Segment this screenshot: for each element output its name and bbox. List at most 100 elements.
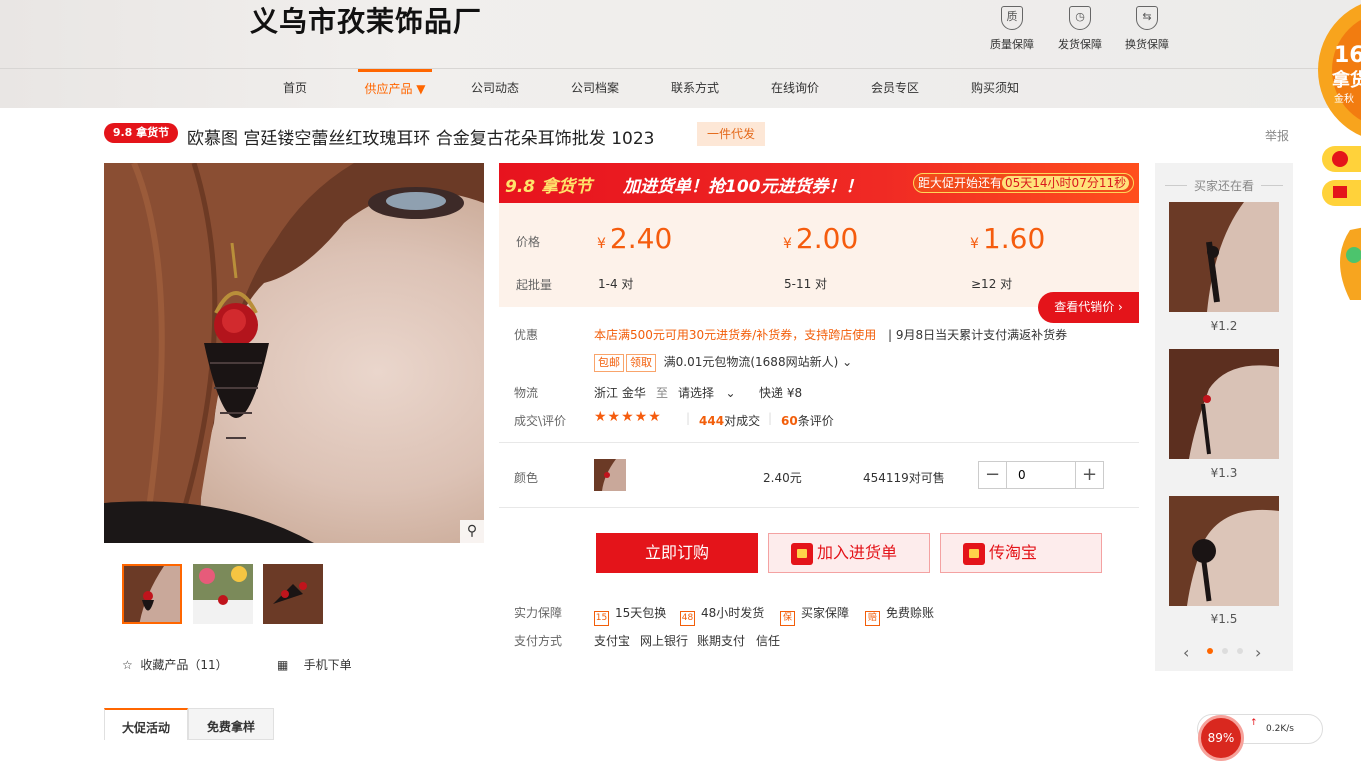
separator: | [686,411,691,425]
upload-arrow-icon: ↑ [1250,718,1258,728]
also-viewed-sidebar: 买家还在看 ¥1.2 ¥1.3 ¥1.5 [1155,163,1293,671]
currency-symbol: ¥ [783,236,792,252]
shipping-offer-text: 满0.01元包物流(1688网站新人) [663,355,839,369]
delivery-guarantee[interactable]: ◷ 发货保障 [1050,6,1110,52]
festival-badge: 9.8 拿货节 [104,123,178,143]
service-free-compensation[interactable]: 赔免费赊账 [865,604,934,626]
chevron-left-icon[interactable]: ‹ [1183,643,1189,662]
deals-count[interactable]: 444对成交 [699,412,760,429]
festival-side-widget[interactable]: 16 拿货 金秋 [1310,0,1361,310]
chevron-right-icon[interactable]: › [1255,643,1261,662]
nav-inquiry[interactable]: 在线询价 [765,69,825,109]
countdown-timer: 05天14小时07分11秒 [1002,176,1130,190]
nav-profile[interactable]: 公司档案 [565,69,625,109]
delivery-guarantee-label: 发货保障 [1058,38,1102,51]
banner-slogan: 加进货单！抢100元进货券！！ [623,177,863,197]
service-15-days[interactable]: 15 15天包换 [594,604,666,626]
nav-contact[interactable]: 联系方式 [665,69,725,109]
recommended-product-photo [1169,202,1279,312]
quality-guarantee[interactable]: 质 质量保障 [982,6,1042,52]
nav-home[interactable]: 首页 [270,69,320,109]
carousel-dot[interactable] [1237,648,1243,654]
order-now-button[interactable]: 立即订购 [596,533,758,573]
reviews-label: 成交\评价 [514,414,567,428]
star-outline-icon: ☆ [122,658,133,672]
dropship-tag[interactable]: 一件代发 [697,122,765,146]
chevron-down-icon[interactable]: ⌄ [842,355,852,369]
coupon-text[interactable]: 本店满500元可用30元进货券/补货券，支持跨店使用 [594,326,876,343]
taobao-icon [963,543,985,565]
nav-news[interactable]: 公司动态 [465,69,525,109]
service-label: 免费赊账 [886,606,935,620]
nav-members[interactable]: 会员专区 [865,69,925,109]
coupon-note-text: 9月8日当天累计支付满返补货券 [895,328,1068,342]
sidebar-item-price: ¥1.2 [1210,319,1238,333]
mobile-order-label: 手机下单 [303,658,352,672]
payment-alipay: 支付宝 [594,634,631,648]
product-photo [104,163,484,543]
svg-text:拿货: 拿货 [1331,69,1361,91]
quantity-stepper[interactable]: − + [978,461,1104,489]
tab-free-sample[interactable]: 免费拿样 [188,708,274,740]
destination-select[interactable]: 请选择 ⌄ [678,384,736,401]
reviews-number: 60 [781,414,798,428]
divider [499,507,1139,508]
quality-shield-icon: 质 [1001,6,1023,30]
nav-purchase-notes[interactable]: 购买须知 [965,69,1025,109]
quantity-input[interactable] [1008,462,1076,488]
express-fee: 快递 ¥8 [759,386,803,400]
reviews-count[interactable]: 60条评价 [781,412,834,429]
48-hours-icon: 48 [680,611,695,626]
price-tier-1: ¥2.40 [597,222,672,255]
send-to-taobao-button[interactable]: 传淘宝 [940,533,1102,573]
banner-festival: 9.8 拿货节 [505,177,593,197]
service-48-hours[interactable]: 48 48小时发货 [680,604,764,626]
zoom-icon[interactable]: ⚲ [460,520,484,543]
sidebar-title: 买家还在看 [1155,177,1293,194]
currency-symbol: ¥ [597,236,606,252]
coupon-note: | 9月8日当天累计支付满返补货券 [888,328,1068,342]
sidebar-item-image[interactable] [1169,496,1279,606]
price-value: 2.40 [609,222,673,255]
service-label: 买家保障 [801,606,850,620]
thumbnail-1[interactable] [122,564,182,624]
sidebar-item-image[interactable] [1169,349,1279,459]
add-to-cart-button[interactable]: 加入进货单 [768,533,930,573]
qty-range-1: 1-4 对 [598,277,634,291]
logistics-to: 至 [656,386,669,400]
view-agent-price-button[interactable]: 查看代销价 › [1038,292,1139,323]
price-label: 价格 [516,235,541,249]
thumbnail-2[interactable] [193,564,253,624]
mobile-order[interactable]: ▦ 手机下单 [277,656,352,673]
claim-tag[interactable]: 领取 [626,354,656,372]
thumbnail-3[interactable] [263,564,323,624]
exchange-guarantee-label: 换货保障 [1125,38,1169,51]
report-link[interactable]: 举报 [1265,127,1289,144]
payment-trust: 信任 [756,634,781,648]
company-name[interactable]: 义乌市孜茉饰品厂 [250,0,482,40]
price-tier-3: ¥1.60 [970,222,1045,255]
sidebar-item-image[interactable] [1169,202,1279,312]
qty-range-3: ≥12 对 [971,277,1013,291]
carousel-dot[interactable] [1222,648,1228,654]
speed-percent: 89% [1198,715,1244,761]
deals-number: 444 [699,414,725,428]
services-label: 实力保障 [514,606,563,620]
divider [499,442,1139,443]
service-buyer-protection[interactable]: 保买家保障 [780,604,849,626]
logistics-label: 物流 [514,386,539,400]
color-option-thumb[interactable] [594,459,626,491]
nav-products[interactable]: 供应产品 ▼ [358,69,432,109]
increase-button[interactable]: + [1075,462,1103,488]
service-label: 48小时发货 [701,606,765,620]
main-product-image[interactable] [104,163,484,543]
tab-promotion[interactable]: 大促活动 [104,708,188,740]
exchange-guarantee[interactable]: ⇆ 换货保障 [1117,6,1177,52]
payment-online-bank: 网上银行 [640,634,689,648]
favorite-product[interactable]: ☆ 收藏产品（11） [122,656,228,673]
decrease-button[interactable]: − [979,462,1007,488]
festival-banner[interactable]: 9.8 拿货节 加进货单！抢100元进货券！！ 距大促开始还有 05天14小时07… [499,163,1139,203]
payment-credit-term: 账期支付 [697,634,746,648]
add-to-cart-label: 加入进货单 [817,543,898,562]
carousel-dot[interactable] [1207,648,1213,654]
